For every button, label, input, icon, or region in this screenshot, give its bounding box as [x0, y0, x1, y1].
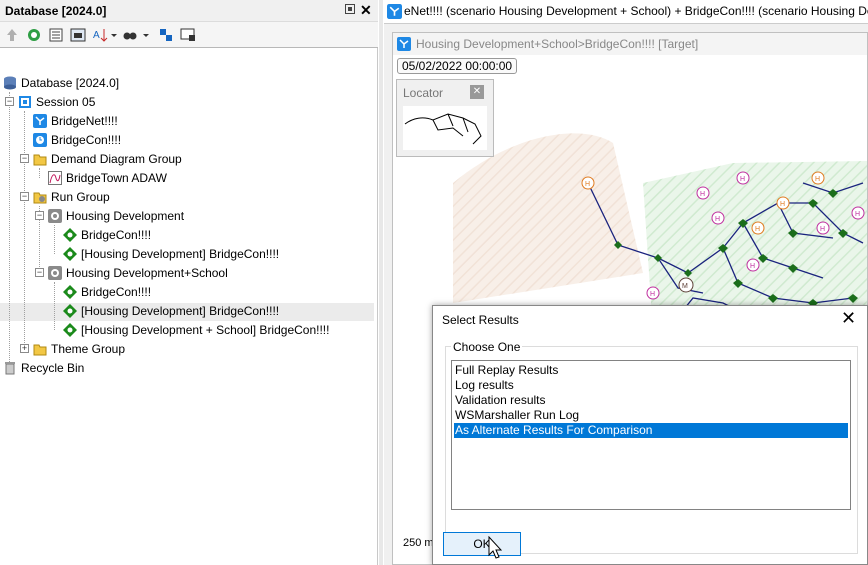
document-tab[interactable]: eNet!!!! (scenario Housing Development +… [384, 0, 868, 24]
collapse-toggle[interactable]: − [20, 154, 29, 163]
network-icon [33, 114, 47, 128]
list-item[interactable]: Validation results [454, 393, 848, 408]
group-label: Choose One [451, 340, 523, 354]
svg-text:H: H [740, 176, 745, 183]
document-tab-label: eNet!!!! (scenario Housing Development +… [404, 4, 868, 18]
svg-text:H: H [585, 181, 590, 188]
ok-button[interactable]: OK [443, 532, 521, 556]
svg-text:H: H [700, 191, 705, 198]
dialog-title: Select Results [442, 313, 519, 327]
folder-icon [33, 192, 47, 204]
sort-icon[interactable]: A [92, 27, 108, 43]
collapse-toggle[interactable]: − [35, 211, 44, 220]
run-icon [48, 209, 62, 223]
network-icon [397, 37, 411, 51]
demand-diagram-icon [48, 171, 62, 185]
locator-thumbnail [404, 113, 482, 145]
tree-item-label: [Housing Development + School] BridgeCon… [81, 323, 330, 337]
list-item[interactable]: Log results [454, 378, 848, 393]
list-item[interactable]: Full Replay Results [454, 363, 848, 378]
result-icon [63, 247, 77, 261]
up-arrow-icon[interactable] [4, 27, 20, 43]
svg-text:M: M [682, 283, 688, 290]
dropdown-icon[interactable] [142, 27, 150, 43]
svg-text:H: H [755, 226, 760, 233]
control-icon [33, 133, 47, 147]
locator-close-button[interactable]: ✕ [470, 85, 484, 99]
svg-text:H: H [650, 291, 655, 298]
list-item-selected[interactable]: As Alternate Results For Comparison [454, 423, 848, 438]
compute-icon[interactable] [70, 27, 86, 43]
expand-toggle[interactable]: + [20, 344, 29, 353]
collapse-toggle[interactable]: − [35, 268, 44, 277]
list-item[interactable]: WSMarshaller Run Log [454, 408, 848, 423]
close-panel-button[interactable]: ✕ [360, 2, 372, 19]
database-panel: Database [2024.0] ✕ A − − − − − + Databa… [0, 0, 378, 565]
locator-title: Locator [403, 86, 444, 100]
mouse-cursor-icon [488, 536, 502, 559]
hierarchy-icon[interactable] [158, 27, 174, 43]
result-icon [63, 285, 77, 299]
tree-item-label: Run Group [51, 190, 110, 204]
refresh-icon[interactable] [26, 27, 42, 43]
tree-item-label: BridgeTown ADAW [66, 171, 167, 185]
tree-item-label: Theme Group [51, 342, 126, 356]
tree-item-label: BridgeCon!!!! [81, 228, 152, 242]
result-icon [63, 323, 77, 337]
tree-item-label: Housing Development+School [66, 266, 228, 280]
svg-text:H: H [815, 176, 820, 183]
folder-icon [33, 154, 47, 166]
folder-icon [33, 344, 47, 356]
zone-area [453, 133, 643, 303]
view-title-bar: Housing Development+School>BridgeCon!!!!… [393, 33, 867, 55]
close-icon[interactable]: ✕ [841, 309, 856, 327]
tree-item-label: BridgeCon!!!! [81, 285, 152, 299]
database-icon [4, 76, 16, 90]
tree-item-label: Recycle Bin [21, 361, 85, 375]
tree-item-label: Database [2024.0] [21, 76, 120, 90]
tree-item-label: Housing Development [66, 209, 185, 223]
tree-item-label: [Housing Development] BridgeCon!!!! [81, 247, 280, 261]
dropdown-icon[interactable] [110, 27, 118, 43]
tree-item-label: Demand Diagram Group [51, 152, 182, 166]
select-results-dialog: Select Results ✕ Choose One Full Replay … [432, 305, 868, 565]
tree-item-label: [Housing Development] BridgeCon!!!! [81, 304, 280, 318]
panel-title-bar: Database [2024.0] ✕ [0, 0, 378, 22]
result-icon [63, 228, 77, 242]
panel-splitter[interactable] [379, 0, 383, 565]
tree-item-label: BridgeNet!!!! [51, 114, 118, 128]
tree-item-label: Session 05 [36, 95, 96, 109]
results-listbox[interactable]: Full Replay Results Log results Validati… [451, 360, 851, 510]
collapse-toggle[interactable]: − [5, 97, 14, 106]
result-icon [63, 304, 77, 318]
tree-item-label: BridgeCon!!!! [51, 133, 122, 147]
svg-text:H: H [750, 263, 755, 270]
locator-window[interactable]: Locator ✕ [396, 79, 494, 157]
panel-title: Database [2024.0] [5, 4, 107, 18]
locator-map[interactable] [403, 106, 487, 150]
run-icon [48, 266, 62, 280]
recycle-bin-icon [5, 362, 15, 375]
timestamp-display[interactable]: 05/02/2022 00:00:00 [397, 58, 518, 74]
svg-text:H: H [715, 216, 720, 223]
pin-icon[interactable] [345, 4, 355, 14]
view-icon[interactable] [180, 27, 196, 43]
collapse-toggle[interactable]: − [20, 192, 29, 201]
view-title: Housing Development+School>BridgeCon!!!!… [416, 37, 699, 51]
find-icon[interactable] [122, 27, 138, 43]
svg-text:A: A [93, 30, 100, 41]
toolbar: A [0, 22, 378, 48]
session-icon [19, 96, 31, 108]
svg-text:H: H [780, 201, 785, 208]
svg-text:H: H [820, 226, 825, 233]
scale-bar: 250 m [403, 537, 434, 549]
network-icon [387, 4, 402, 19]
svg-text:H: H [855, 211, 860, 218]
properties-icon[interactable] [48, 27, 64, 43]
